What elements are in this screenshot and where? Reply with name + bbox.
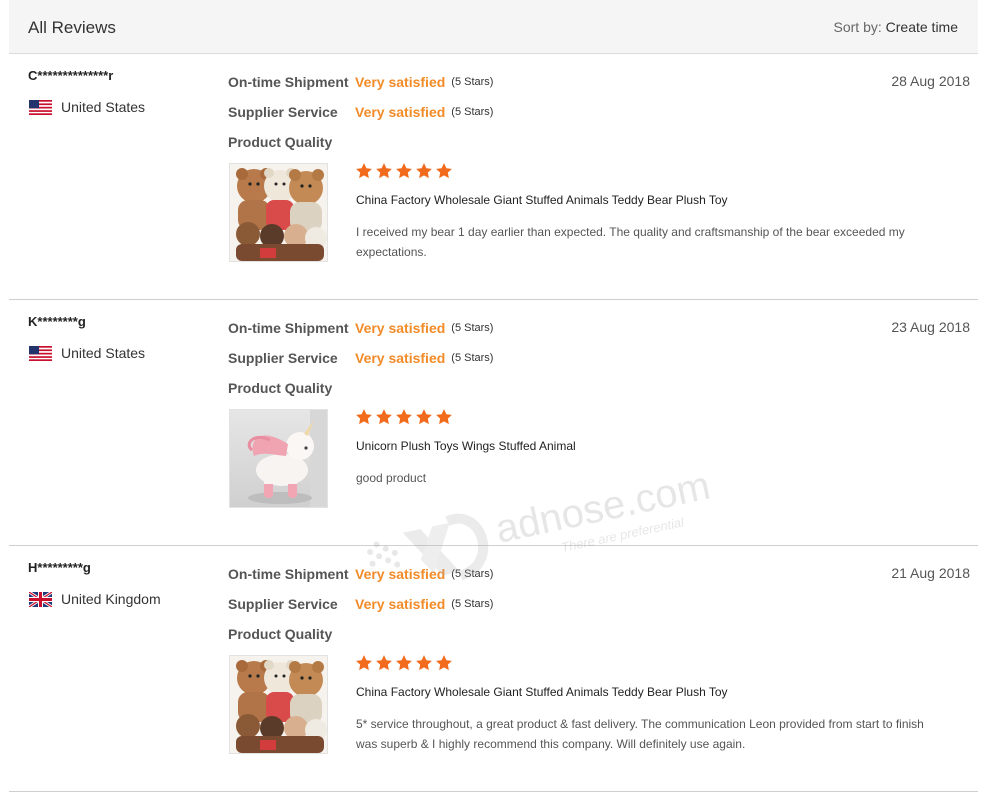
quality-stars xyxy=(355,162,453,180)
review-date: 21 Aug 2018 xyxy=(891,565,970,581)
sort-value[interactable]: Create time xyxy=(886,19,958,35)
reviewer-country: United States xyxy=(29,99,145,115)
star-icon xyxy=(376,409,392,425)
review-comment: I received my bear 1 day earlier than ex… xyxy=(356,225,905,259)
service-rating: Very satisfied xyxy=(355,596,446,612)
review-item: K********g United States On-time Shipmen… xyxy=(9,300,978,546)
teddy-bears-image[interactable] xyxy=(229,655,328,754)
quality-label: Product Quality xyxy=(228,134,333,150)
reviewer-name: K********g xyxy=(28,314,86,329)
shipment-label: On-time Shipment xyxy=(228,320,349,336)
shipment-stars: (5 Stars) xyxy=(451,322,494,334)
quality-label: Product Quality xyxy=(228,626,333,642)
unicorn-plush-image[interactable] xyxy=(229,409,328,508)
quality-label: Product Quality xyxy=(228,380,333,396)
shipment-rating: Very satisfied xyxy=(355,320,446,336)
sort-label: Sort by: xyxy=(833,19,882,35)
service-stars: (5 Stars) xyxy=(451,598,494,610)
review-date: 28 Aug 2018 xyxy=(891,73,970,89)
service-label: Supplier Service xyxy=(228,596,338,612)
star-icon xyxy=(356,655,372,671)
uk-flag-icon xyxy=(28,590,53,608)
service-label: Supplier Service xyxy=(228,350,338,366)
us-flag-icon xyxy=(29,99,52,115)
star-icon xyxy=(416,409,432,425)
star-icon xyxy=(416,163,432,179)
reviewer-name: H*********g xyxy=(28,560,91,575)
teddy-bears-image[interactable] xyxy=(229,163,328,262)
review-date: 23 Aug 2018 xyxy=(891,319,970,335)
rating-labels: On-time Shipment Very satisfied (5 Stars… xyxy=(228,74,493,164)
review-item: H*********g United Kingdom On-time Shipm… xyxy=(9,546,978,792)
quality-stars xyxy=(355,654,453,672)
service-stars: (5 Stars) xyxy=(451,106,494,118)
shipment-stars: (5 Stars) xyxy=(451,568,494,580)
shipment-rating: Very satisfied xyxy=(355,566,446,582)
service-label: Supplier Service xyxy=(228,104,338,120)
star-icon xyxy=(416,655,432,671)
star-icon xyxy=(356,163,372,179)
reviews-header: All Reviews Sort by: Create time xyxy=(9,0,978,54)
reviewer-country: United States xyxy=(29,345,145,361)
country-name: United States xyxy=(61,345,146,361)
reviewer-country: United Kingdom xyxy=(28,590,161,608)
product-link[interactable]: Unicorn Plush Toys Wings Stuffed Animal xyxy=(356,439,576,453)
service-stars: (5 Stars) xyxy=(451,352,494,364)
shipment-stars: (5 Stars) xyxy=(451,76,494,88)
shipment-label: On-time Shipment xyxy=(228,566,349,582)
country-name: United Kingdom xyxy=(61,591,161,607)
shipment-rating: Very satisfied xyxy=(355,74,446,90)
shipment-label: On-time Shipment xyxy=(228,74,349,90)
star-icon xyxy=(436,655,452,671)
star-icon xyxy=(396,163,412,179)
star-icon xyxy=(436,409,452,425)
review-comment: good product xyxy=(356,471,427,485)
star-icon xyxy=(376,655,392,671)
country-name: United States xyxy=(61,99,146,115)
us-flag-icon xyxy=(29,345,52,361)
review-comment: 5* service throughout, a great product &… xyxy=(356,717,924,751)
review-item: C**************r United States On-time S… xyxy=(9,54,978,300)
star-icon xyxy=(376,163,392,179)
star-icon xyxy=(396,409,412,425)
service-rating: Very satisfied xyxy=(355,104,446,120)
star-icon xyxy=(396,655,412,671)
product-link[interactable]: China Factory Wholesale Giant Stuffed An… xyxy=(356,193,728,207)
sort-control[interactable]: Sort by: Create time xyxy=(834,19,959,35)
product-link[interactable]: China Factory Wholesale Giant Stuffed An… xyxy=(356,685,728,699)
star-icon xyxy=(356,409,372,425)
quality-stars xyxy=(355,408,453,426)
rating-labels: On-time Shipment Very satisfied (5 Stars… xyxy=(228,566,493,656)
page-title: All Reviews xyxy=(28,18,116,37)
service-rating: Very satisfied xyxy=(355,350,446,366)
reviewer-name: C**************r xyxy=(28,68,114,83)
star-icon xyxy=(436,163,452,179)
rating-labels: On-time Shipment Very satisfied (5 Stars… xyxy=(228,320,493,410)
